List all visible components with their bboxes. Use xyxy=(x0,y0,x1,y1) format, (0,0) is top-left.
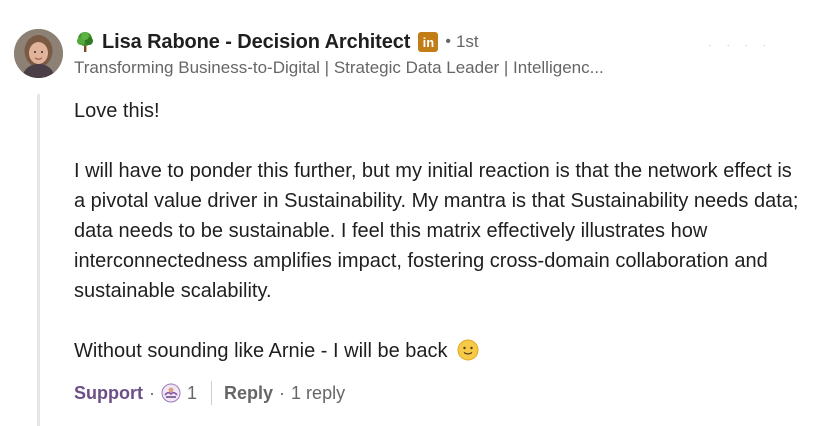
comment-card: Lisa Rabone - Decision Architect in • 1s… xyxy=(0,0,820,426)
support-reaction-icon[interactable] xyxy=(161,383,181,403)
comment-paragraph: I will have to ponder this further, but … xyxy=(74,160,799,302)
reply-count-link[interactable]: 1 reply xyxy=(291,383,345,404)
separator-dot: • xyxy=(445,33,451,50)
comment-actions: Support · 1 Reply · 1 reply xyxy=(74,380,345,406)
support-button[interactable]: Support xyxy=(74,383,143,404)
separator-dot: · xyxy=(279,382,286,403)
separator-dot: · xyxy=(149,382,155,403)
author-headline: Transforming Business-to-Digital | Strat… xyxy=(74,58,604,77)
thread-line xyxy=(37,94,40,426)
author-name[interactable]: Lisa Rabone - Decision Architect xyxy=(102,31,410,54)
avatar[interactable] xyxy=(14,29,63,78)
tree-icon xyxy=(74,31,96,53)
overflow-hint: · · · · xyxy=(708,40,772,51)
comment-header: Lisa Rabone - Decision Architect in • 1s… xyxy=(74,30,806,78)
comment-line-1: Love this! xyxy=(74,100,160,122)
reaction-count[interactable]: 1 xyxy=(187,383,197,404)
linkedin-badge-icon: in xyxy=(418,32,439,52)
slightly-smiling-face-icon xyxy=(457,339,479,361)
author-row: Lisa Rabone - Decision Architect in • 1s… xyxy=(74,30,806,54)
comment-closing: Without sounding like Arnie - I will be … xyxy=(74,340,448,362)
comment-closing-row: Without sounding like Arnie - I will be … xyxy=(74,336,802,366)
comment-body: Love this! I will have to ponder this fu… xyxy=(74,96,802,366)
reply-button[interactable]: Reply xyxy=(224,383,273,404)
avatar-image xyxy=(14,29,63,78)
actions-divider xyxy=(211,381,213,405)
connection-degree: 1st xyxy=(455,32,479,51)
